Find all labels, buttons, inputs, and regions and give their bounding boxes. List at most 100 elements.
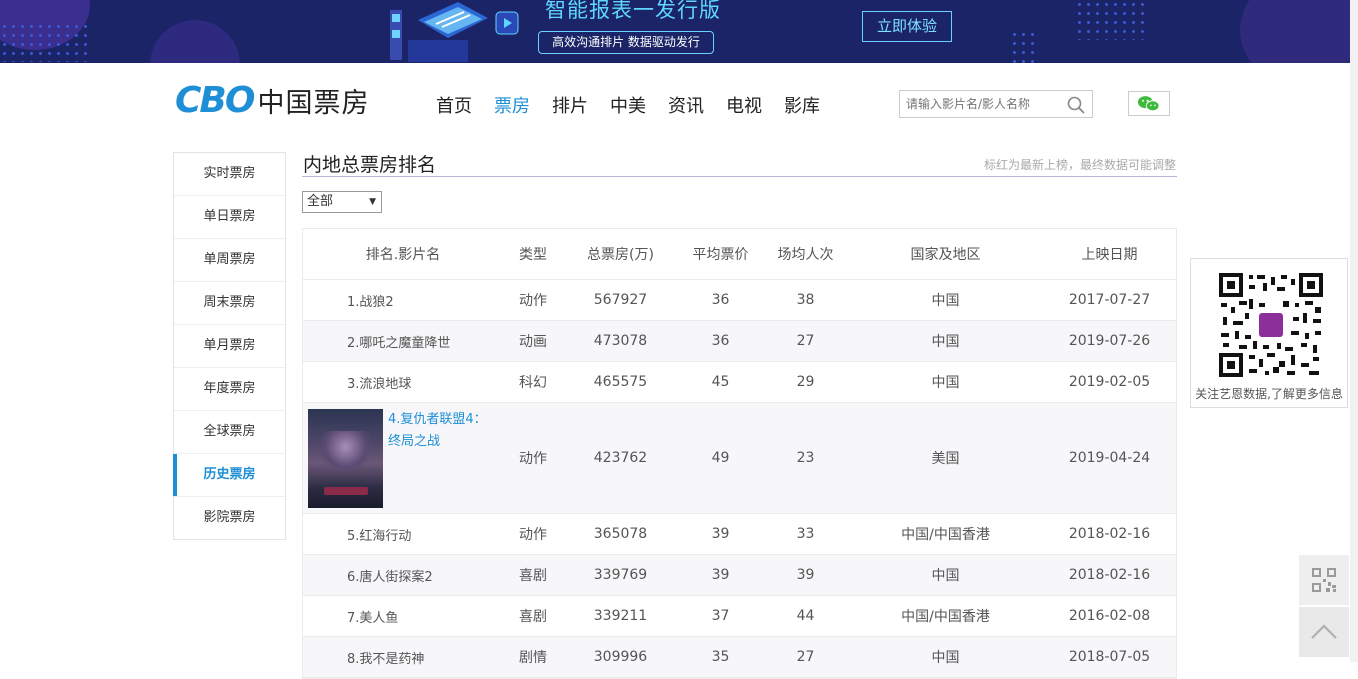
col-header-total: 总票房(万) (587, 247, 654, 263)
film-name[interactable]: 1.战狼2 (303, 280, 503, 320)
film-avg-price: 39 (711, 567, 730, 583)
search-input[interactable] (900, 91, 1060, 117)
table-row[interactable]: 8.我不是药神 剧情 309996 35 27 中国 2018-07-05 (303, 637, 1176, 678)
sidebar-item-realtime[interactable]: 实时票房 (174, 153, 285, 196)
nav-home[interactable]: 首页 (436, 92, 472, 118)
film-type: 动作 (519, 451, 547, 467)
logo-mark: CBO (175, 79, 255, 121)
film-avg-attendance: 29 (796, 374, 815, 390)
banner-subtitle: 高效沟通排片 数据驱动发行 (538, 31, 714, 54)
film-avg-attendance: 27 (796, 649, 815, 665)
sidebar-item-weekend[interactable]: 周末票房 (174, 282, 285, 325)
film-total: 567927 (593, 292, 648, 308)
sidebar-item-weekly[interactable]: 单周票房 (174, 239, 285, 282)
film-avg-price: 39 (711, 526, 730, 542)
film-name[interactable]: 2.哪吒之魔童降世 (303, 321, 503, 361)
poster-art (324, 487, 368, 495)
sidebar-item-global[interactable]: 全球票房 (174, 411, 285, 454)
film-name[interactable]: 8.我不是药神 (303, 637, 503, 677)
wechat-icon (1137, 96, 1160, 112)
film-total: 309996 (593, 649, 648, 665)
table-row[interactable]: 5.红海行动 动作 365078 39 33 中国/中国香港 2018-02-1… (303, 514, 1176, 555)
film-country: 中国 (931, 375, 960, 391)
sidebar-item-monthly[interactable]: 单月票房 (174, 325, 285, 368)
film-date: 2018-07-05 (1068, 649, 1151, 665)
film-name[interactable]: 5.红海行动 (303, 514, 503, 554)
banner-cta-button[interactable]: 立即体验 (862, 11, 952, 42)
table-row-expanded[interactable]: 4.复仇者联盟4：终局之战 动作 423762 49 23 美国 2019-04… (303, 403, 1176, 514)
film-avg-attendance: 33 (796, 526, 815, 542)
logo-text: 中国票房 (257, 87, 370, 119)
site-logo[interactable]: CBO 中国票房 (175, 79, 370, 121)
film-type: 喜剧 (519, 568, 547, 584)
col-header-country: 国家及地区 (910, 247, 981, 263)
nav-tv[interactable]: 电视 (726, 92, 762, 118)
table-row[interactable]: 7.美人鱼 喜剧 339211 37 44 中国/中国香港 2016-02-08 (303, 596, 1176, 637)
col-header-avg-attendance: 场均人次 (777, 247, 834, 263)
qr-code-icon (1312, 568, 1336, 592)
col-header-name: 排名.影片名 (365, 247, 441, 263)
film-name[interactable]: 7.美人鱼 (303, 596, 503, 636)
film-type: 剧情 (519, 650, 547, 666)
table-row[interactable]: 6.唐人街探案2 喜剧 339769 39 39 中国 2018-02-16 (303, 555, 1176, 596)
banner-title: 智能报表一发行版 (545, 0, 721, 22)
search-icon[interactable] (1066, 95, 1086, 115)
category-select-value: 全部 (307, 194, 334, 209)
table-row[interactable]: 2.哪吒之魔童降世 动画 473078 36 27 中国 2019-07-26 (303, 321, 1176, 362)
film-avg-attendance: 27 (796, 333, 815, 349)
film-avg-price: 45 (711, 374, 730, 390)
nav-film-library[interactable]: 影库 (784, 92, 820, 118)
title-divider (302, 176, 1177, 177)
film-country: 中国/中国香港 (901, 527, 990, 543)
film-country: 中国 (931, 568, 960, 584)
film-total: 473078 (593, 333, 648, 349)
banner-decoration (1240, 0, 1358, 63)
film-avg-price: 49 (711, 450, 730, 466)
film-total: 365078 (593, 526, 648, 542)
nav-schedule[interactable]: 排片 (552, 92, 588, 118)
film-type: 科幻 (519, 375, 547, 391)
qr-float-button[interactable] (1299, 555, 1349, 605)
banner-dots (1075, 0, 1145, 40)
nav-news[interactable]: 资讯 (668, 92, 704, 118)
wechat-button[interactable] (1128, 91, 1170, 116)
film-date: 2017-07-27 (1068, 292, 1151, 308)
banner-dots (1010, 30, 1040, 63)
table-row[interactable]: 3.流浪地球 科幻 465575 45 29 中国 2019-02-05 (303, 362, 1176, 403)
qr-promo: 关注艺恩数据,了解更多信息 (1190, 258, 1348, 408)
col-header-avg-price: 平均票价 (692, 247, 749, 263)
nav-china-us[interactable]: 中美 (610, 92, 646, 118)
table-header: 排名.影片名 类型 总票房(万) 平均票价 场均人次 国家及地区 上映日期 (303, 229, 1176, 280)
film-type: 喜剧 (519, 609, 547, 625)
back-to-top-button[interactable] (1299, 607, 1349, 657)
chevron-down-icon: ▼ (369, 197, 376, 207)
col-header-type: 类型 (519, 247, 547, 263)
sidebar-item-yearly[interactable]: 年度票房 (174, 368, 285, 411)
category-select[interactable]: 全部 ▼ (302, 191, 382, 213)
film-name[interactable]: 6.唐人街探案2 (303, 555, 503, 595)
nav-boxoffice[interactable]: 票房 (494, 92, 530, 118)
film-date: 2019-02-05 (1068, 374, 1151, 390)
table-row[interactable]: 1.战狼2 动作 567927 36 38 中国 2017-07-27 (303, 280, 1176, 321)
film-type: 动作 (519, 527, 547, 543)
film-name[interactable]: 4.复仇者联盟4：终局之战 (388, 409, 498, 453)
sidebar-item-daily[interactable]: 单日票房 (174, 196, 285, 239)
film-country: 美国 (931, 451, 960, 467)
top-banner-ad[interactable]: 智能报表一发行版 高效沟通排片 数据驱动发行 立即体验 (0, 0, 1358, 63)
sidebar-item-cinema[interactable]: 影院票房 (174, 497, 285, 539)
page-scrollbar[interactable] (1350, 0, 1358, 662)
film-type: 动作 (519, 293, 547, 309)
sidebar-item-history[interactable]: 历史票房 (173, 454, 285, 497)
film-date: 2016-02-08 (1068, 608, 1151, 624)
film-name[interactable]: 3.流浪地球 (303, 362, 503, 402)
film-date: 2019-04-24 (1068, 450, 1151, 466)
film-avg-price: 36 (711, 292, 730, 308)
film-avg-price: 35 (711, 649, 730, 665)
film-avg-price: 36 (711, 333, 730, 349)
report-illustration-icon (390, 2, 519, 62)
page-title: 内地总票房排名 (303, 154, 437, 176)
film-poster[interactable] (308, 409, 383, 508)
search-box (899, 90, 1093, 118)
film-country: 中国 (931, 334, 960, 350)
film-avg-price: 37 (711, 608, 730, 624)
